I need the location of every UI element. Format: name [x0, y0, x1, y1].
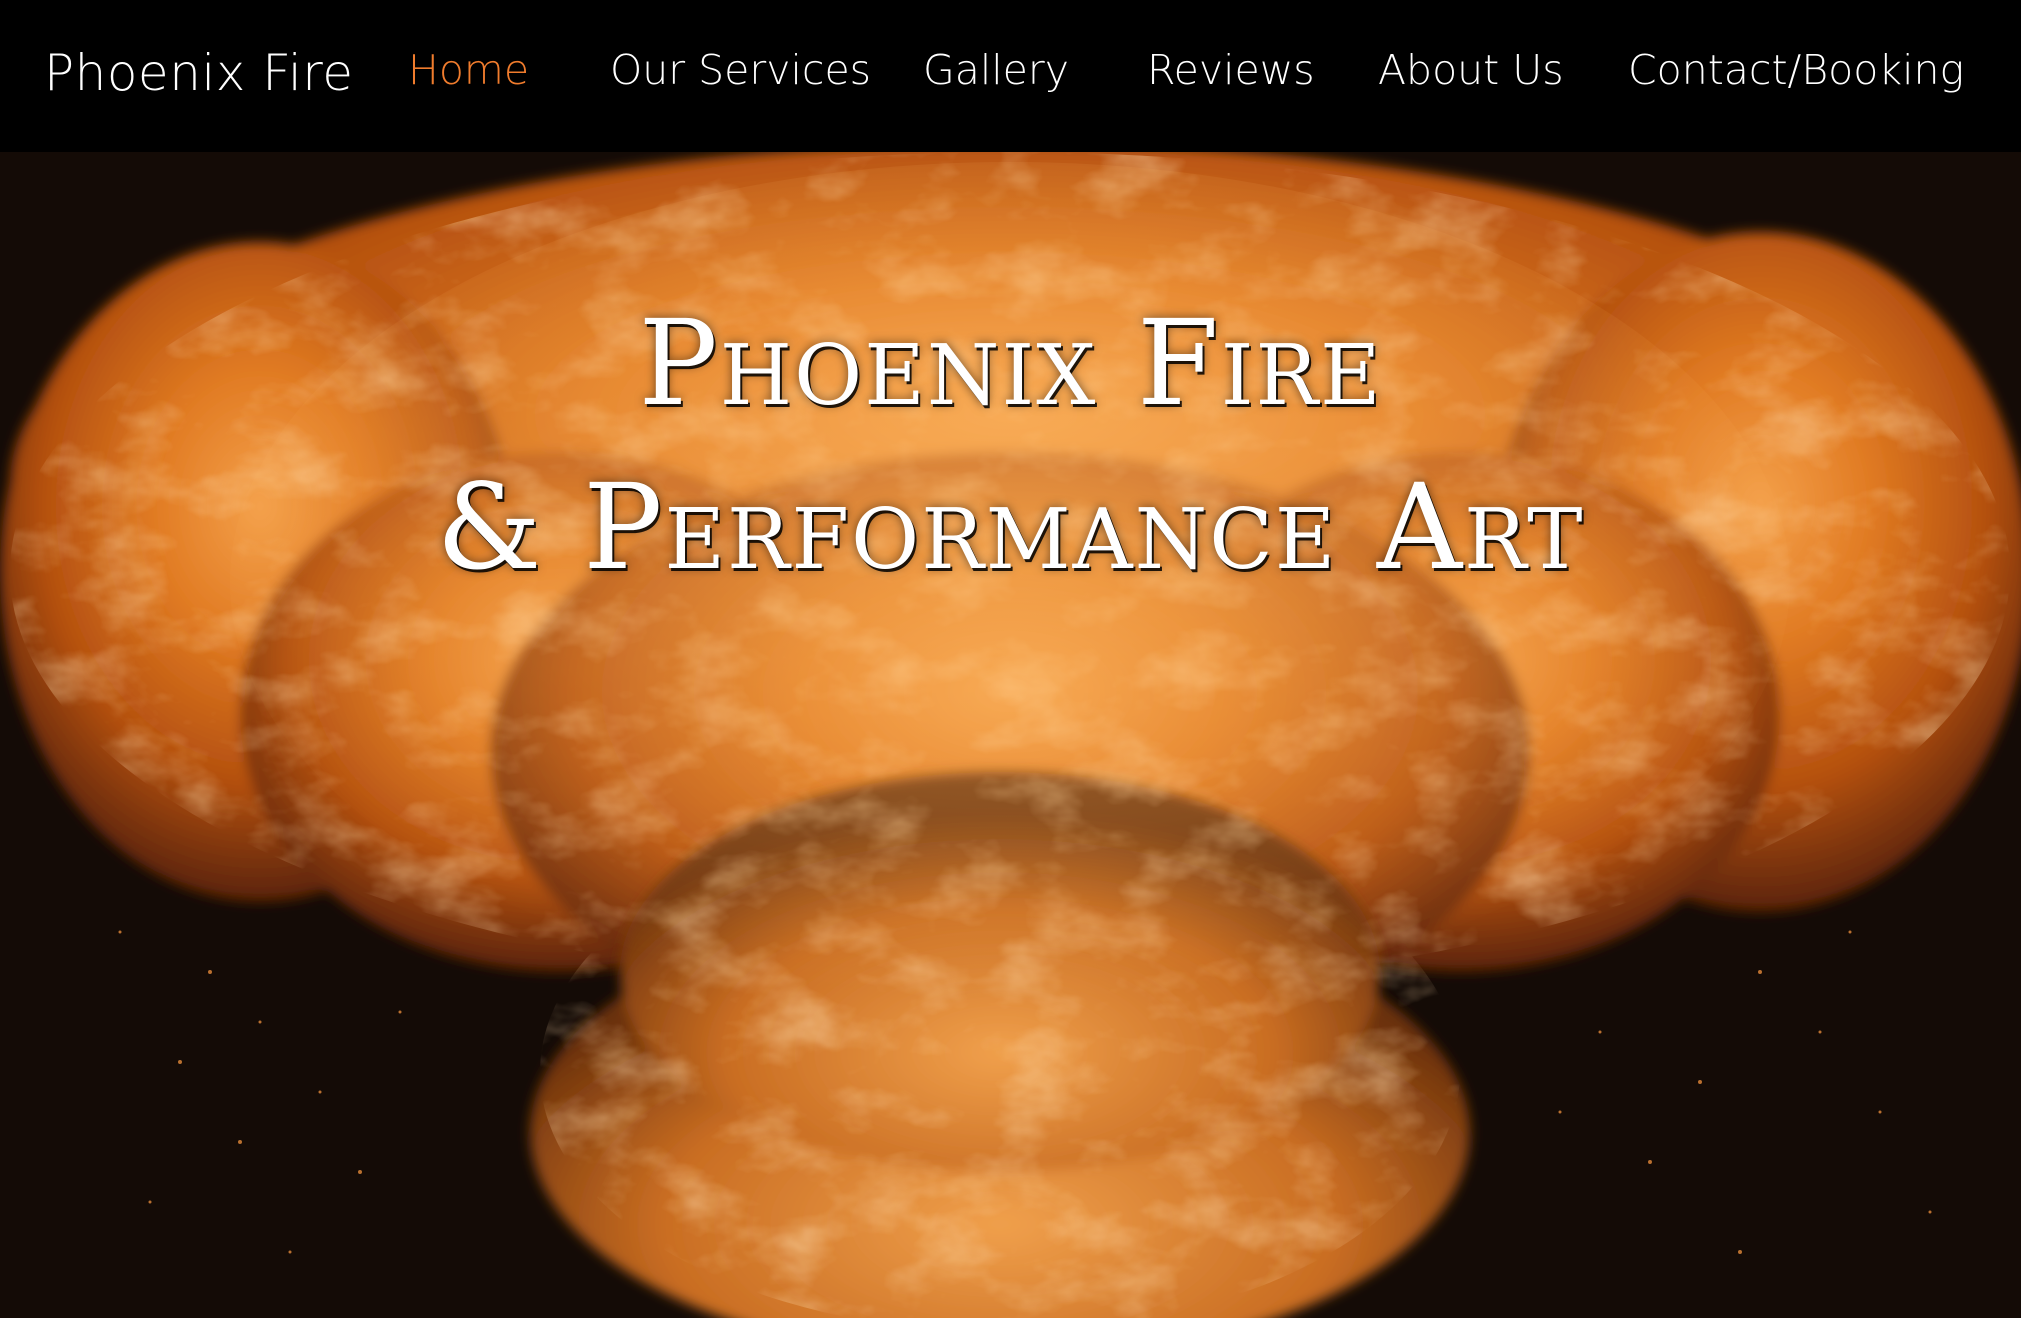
site-header: Phoenix Fire Home Our Services Gallery R…: [0, 0, 2021, 152]
hero-title-line-1: Phoenix Fire: [638, 294, 1383, 432]
hero-title-line-2: & Performance Art: [436, 458, 1585, 596]
hero-section: Phoenix Fire & Performance Art: [0, 152, 2021, 1318]
nav-item-gallery[interactable]: Gallery: [923, 46, 1069, 94]
page: Phoenix Fire Home Our Services Gallery R…: [0, 0, 2021, 1318]
nav-item-contact-booking[interactable]: Contact/Booking: [1628, 46, 1964, 94]
nav-item-reviews[interactable]: Reviews: [1147, 46, 1315, 94]
nav-item-our-services[interactable]: Our Services: [610, 46, 871, 94]
nav-item-about-us[interactable]: About Us: [1378, 46, 1564, 94]
main-nav: Home Our Services Gallery Reviews About …: [0, 46, 2021, 106]
nav-item-home[interactable]: Home: [408, 46, 529, 94]
